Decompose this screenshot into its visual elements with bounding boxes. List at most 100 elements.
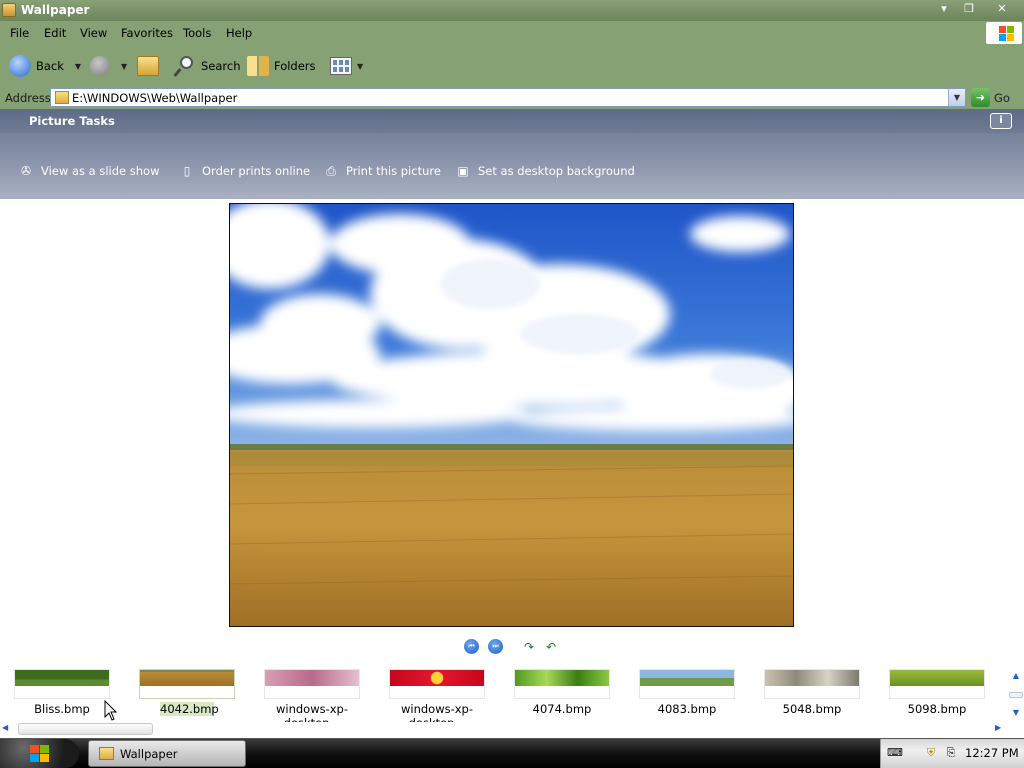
address-value[interactable]: E:\WINDOWS\Web\Wallpaper <box>72 91 237 105</box>
clock[interactable]: 12:27 PM <box>965 746 1019 760</box>
scroll-down-button[interactable]: ▼ <box>1009 708 1023 720</box>
picture-preview[interactable] <box>229 203 794 627</box>
order-prints-icon: ▯ <box>183 164 191 178</box>
go-arrow-icon: ➜ <box>971 88 990 107</box>
thumbnail-image <box>15 670 109 686</box>
task-print-picture[interactable]: ⎙ Print this picture <box>323 163 441 179</box>
scroll-up-button[interactable]: ▲ <box>1009 671 1023 683</box>
thumbnail-image <box>890 670 984 686</box>
task-slideshow[interactable]: ✇ View as a slide show <box>18 163 160 179</box>
windows-logo-icon <box>986 22 1022 44</box>
mouse-cursor-icon <box>104 700 118 721</box>
menu-help[interactable]: Help <box>226 26 252 40</box>
go-label: Go <box>994 90 1010 105</box>
folder-icon <box>99 747 114 760</box>
print-icon: ⎙ <box>326 163 336 178</box>
address-input[interactable]: E:\WINDOWS\Web\Wallpaper ▼ <box>50 88 966 107</box>
folders-label: Folders <box>274 59 316 73</box>
scroll-thumb[interactable] <box>18 723 153 735</box>
chevron-down-icon[interactable]: ▼ <box>121 62 127 71</box>
folder-icon <box>2 3 16 17</box>
thumbnail-image <box>640 670 734 686</box>
forward-button[interactable]: ▼ <box>90 45 127 87</box>
task-order-prints[interactable]: ▯ Order prints online <box>179 163 310 179</box>
thumbnail-windows-xp-desktop-2[interactable] <box>389 669 485 699</box>
title-bar[interactable]: Wallpaper ▾ ❐ ✕ <box>0 0 1024 21</box>
menu-file[interactable]: File <box>10 26 29 40</box>
menu-tools[interactable]: Tools <box>183 26 211 40</box>
thumbnail-image <box>265 670 359 686</box>
task-set-desktop[interactable]: ▣ Set as desktop background <box>455 163 634 179</box>
thumbnail-image <box>515 670 609 686</box>
thumbnail-image <box>390 670 484 686</box>
security-shield-icon[interactable]: ⛨ <box>923 746 939 760</box>
up-folder-icon <box>137 56 159 76</box>
rotate-counterclockwise-button[interactable]: ↶ <box>543 640 559 654</box>
thumbnail-4083[interactable] <box>639 669 735 699</box>
views-button[interactable]: ▼ <box>330 45 363 87</box>
scroll-left-button[interactable]: ◀ <box>2 723 8 732</box>
thumbnail-4042[interactable] <box>139 669 235 699</box>
thumbnail-5048[interactable] <box>764 669 860 699</box>
address-bar: Address E:\WINDOWS\Web\Wallpaper ▼ ➜ Go <box>0 87 1024 109</box>
start-button[interactable] <box>0 739 79 768</box>
menu-view[interactable]: View <box>80 26 107 40</box>
horizontal-scrollbar[interactable]: ◀ ▶ <box>0 722 1009 736</box>
go-button[interactable]: ➜ Go <box>971 88 1010 107</box>
taskbar-window-button[interactable]: Wallpaper <box>88 740 246 767</box>
picture-tasks-title: Picture Tasks <box>29 114 115 128</box>
chevron-down-icon[interactable]: ▼ <box>357 62 363 71</box>
info-button[interactable]: i <box>990 113 1012 129</box>
back-label: Back <box>36 59 64 73</box>
scroll-thumb[interactable] <box>1009 692 1023 698</box>
thumbnail-image <box>765 670 859 686</box>
network-icon[interactable]: ⎘ <box>943 746 959 760</box>
folder-icon <box>55 91 69 104</box>
scroll-right-button[interactable]: ▶ <box>995 723 1001 732</box>
picture-tasks-header[interactable]: Picture Tasks i <box>0 109 1024 133</box>
windows-logo-icon <box>29 744 50 763</box>
minimize-button[interactable]: ▾ <box>932 2 956 16</box>
back-arrow-icon <box>9 55 31 77</box>
rotate-clockwise-button[interactable]: ↷ <box>521 640 537 654</box>
address-label: Address <box>5 91 51 105</box>
explorer-window: Wallpaper ▾ ❐ ✕ File Edit View Favorites… <box>0 0 1024 768</box>
menu-bar: File Edit View Favorites Tools Help <box>0 21 1024 45</box>
desktop-icon: ▣ <box>457 164 469 178</box>
slideshow-icon: ✇ <box>20 164 32 178</box>
views-grid-icon <box>330 57 352 75</box>
up-folder-button[interactable] <box>137 45 159 87</box>
chevron-down-icon[interactable]: ▼ <box>75 62 81 71</box>
thumbnail-bliss[interactable] <box>14 669 110 699</box>
keyboard-icon[interactable]: ⌨ <box>887 746 903 760</box>
thumbnail-label[interactable]: 5048.bmp <box>752 702 872 716</box>
thumbnail-label[interactable]: 4083.bmp <box>627 702 747 716</box>
task-label: View as a slide show <box>41 164 160 178</box>
thumbnail-5098[interactable] <box>889 669 985 699</box>
picture-tasks-pane: Picture Tasks i ✇ View as a slide show ▯… <box>0 109 1024 199</box>
task-label: Print this picture <box>346 164 441 178</box>
thumbnail-label[interactable]: 5098.bmp <box>877 702 997 716</box>
folders-button[interactable]: Folders <box>247 45 316 87</box>
search-button[interactable]: Search <box>173 45 241 87</box>
address-dropdown-button[interactable]: ▼ <box>948 89 965 106</box>
restore-button[interactable]: ❐ <box>957 2 981 16</box>
search-icon <box>173 55 196 77</box>
toolbar: Back ▼ ▼ Search Folders ▼ <box>0 45 1024 87</box>
folders-icon <box>247 56 269 76</box>
next-image-button[interactable]: ⏭ <box>488 639 503 654</box>
back-button[interactable]: Back ▼ <box>9 45 81 87</box>
search-label: Search <box>201 59 241 73</box>
taskbar-window-label: Wallpaper <box>120 746 178 761</box>
close-button[interactable]: ✕ <box>990 2 1014 16</box>
menu-edit[interactable]: Edit <box>44 26 66 40</box>
window-title: Wallpaper <box>21 3 90 17</box>
previous-image-button[interactable]: ⏮ <box>464 639 479 654</box>
thumbnail-4074[interactable] <box>514 669 610 699</box>
forward-arrow-icon <box>90 56 110 76</box>
thumbnail-label[interactable]: 4042.bmp <box>160 702 219 716</box>
thumbnail-windows-xp-desktop-1[interactable] <box>264 669 360 699</box>
thumbnail-label[interactable]: 4074.bmp <box>502 702 622 716</box>
system-tray: ⌨ ⛨ ⎘ 12:27 PM <box>880 739 1024 768</box>
menu-favorites[interactable]: Favorites <box>121 26 173 40</box>
